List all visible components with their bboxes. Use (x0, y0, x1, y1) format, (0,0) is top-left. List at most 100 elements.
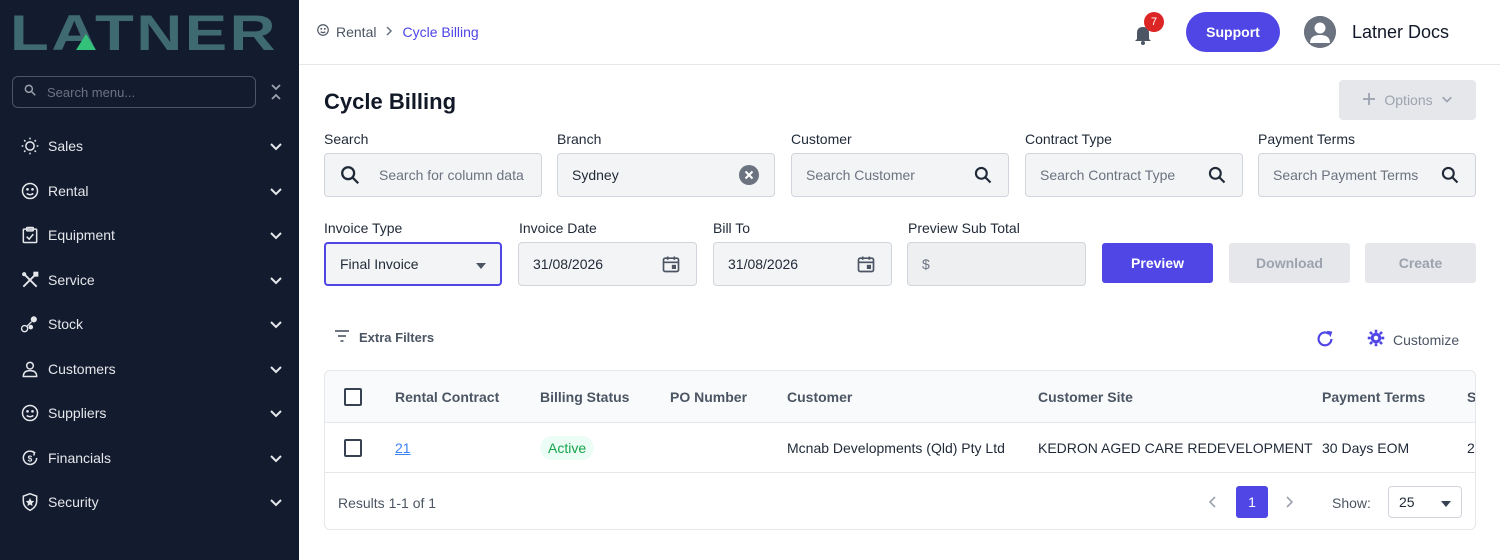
sidebar-item-label: Security (48, 494, 99, 511)
sidebar-item-security[interactable]: Security (0, 480, 299, 525)
download-button[interactable]: Download (1229, 243, 1350, 283)
invoice-type-select[interactable]: Final Invoice (324, 242, 502, 286)
customer-label: Customer (791, 131, 852, 147)
bill-to-input[interactable]: 31/08/2026 (713, 242, 892, 286)
chevron-right-icon[interactable] (1281, 493, 1297, 511)
search-icon (339, 164, 361, 186)
column-header[interactable]: Billing Status (540, 371, 629, 422)
truncated-cell: 2 (1467, 439, 1475, 456)
extra-filters-button[interactable]: Extra Filters (335, 330, 434, 345)
column-header[interactable]: PO Number (670, 371, 747, 422)
column-header[interactable]: Customer Site (1038, 371, 1133, 422)
search-label: Search (324, 131, 369, 147)
search-icon[interactable] (1206, 164, 1228, 186)
collapse-sidebar-icon[interactable] (266, 80, 286, 104)
sidebar-item-financials[interactable]: $ Financials (0, 436, 299, 481)
dropdown-arrow-icon (476, 256, 486, 272)
preview-button[interactable]: Preview (1102, 243, 1213, 283)
branch-select[interactable]: Sydney (557, 153, 775, 197)
currency-prefix: $ (922, 256, 930, 272)
sidebar-item-customers[interactable]: Customers (0, 347, 299, 392)
bill-to-value: 31/08/2026 (728, 256, 799, 272)
chevron-left-icon[interactable] (1205, 493, 1221, 511)
sidebar-item-equipment[interactable]: Equipment (0, 213, 299, 258)
preview-sub-total-label: Preview Sub Total (908, 220, 1020, 236)
customer-site-cell: KEDRON AGED CARE REDEVELOPMENT (1038, 439, 1313, 456)
search-input[interactable]: Search for column data (324, 153, 542, 197)
sidebar-item-label: Sales (48, 138, 84, 155)
sidebar-item-label: Financials (48, 449, 112, 466)
sidebar-item-label: Rental (48, 182, 89, 199)
plus-icon (1362, 92, 1376, 109)
sidebar-item-service[interactable]: Service (0, 258, 299, 303)
chevron-down-icon (269, 317, 283, 331)
svg-text:LATNER: LATNER (10, 12, 278, 52)
page-number-button[interactable]: 1 (1236, 486, 1268, 518)
branch-value: Sydney (572, 167, 619, 183)
rental-contract-link[interactable]: 21 (395, 440, 411, 456)
service-icon (20, 270, 40, 290)
breadcrumb-rental-link[interactable]: Rental (336, 24, 376, 40)
gear-icon (1367, 329, 1385, 350)
customer-search-input[interactable]: Search Customer (791, 153, 1009, 197)
column-header[interactable]: Rental Contract (395, 371, 499, 422)
breadcrumb-current: Cycle Billing (402, 23, 479, 40)
bill-to-label: Bill To (713, 220, 751, 236)
sidebar: LATNER Search menu... Sales Rental Equip… (0, 0, 299, 560)
invoice-date-input[interactable]: 31/08/2026 (518, 242, 697, 286)
sales-icon (20, 136, 40, 156)
column-header[interactable]: S (1467, 371, 1475, 422)
support-button[interactable]: Support (1186, 12, 1280, 52)
avatar[interactable] (1304, 16, 1336, 48)
rental-icon (20, 181, 40, 201)
shield-icon (20, 492, 40, 512)
page-size-select[interactable]: 25 (1388, 486, 1462, 518)
stock-icon (20, 314, 40, 334)
dropdown-arrow-icon (1441, 494, 1451, 510)
breadcrumb: Rental Cycle Billing (316, 23, 479, 40)
suppliers-icon (20, 403, 40, 423)
page-title: Cycle Billing (324, 89, 457, 114)
user-name[interactable]: Latner Docs (1352, 22, 1449, 43)
create-button[interactable]: Create (1365, 243, 1476, 283)
chevron-down-icon (269, 228, 283, 242)
sidebar-nav: Sales Rental Equipment Service Stock Cus… (0, 124, 299, 525)
calendar-icon[interactable] (855, 253, 877, 275)
select-all-checkbox[interactable] (344, 371, 362, 422)
table-row[interactable]: 21 Active Mcnab Developments (Qld) Pty L… (325, 423, 1475, 473)
invoice-type-label: Invoice Type (324, 220, 403, 236)
invoice-date-label: Invoice Date (519, 220, 597, 236)
sidebar-item-sales[interactable]: Sales (0, 124, 299, 169)
latner-logo[interactable]: LATNER (10, 5, 280, 61)
options-button[interactable]: Options (1339, 80, 1476, 120)
sidebar-item-suppliers[interactable]: Suppliers (0, 391, 299, 436)
payment-terms-placeholder: Search Payment Terms (1273, 167, 1419, 183)
customize-button[interactable]: Customize (1367, 329, 1459, 350)
sidebar-item-stock[interactable]: Stock (0, 302, 299, 347)
sidebar-item-label: Customers (48, 360, 116, 377)
row-checkbox[interactable] (344, 423, 362, 472)
contract-type-search-input[interactable]: Search Contract Type (1025, 153, 1243, 197)
refresh-icon[interactable] (1314, 328, 1336, 350)
calendar-icon[interactable] (660, 253, 682, 275)
sidebar-item-rental[interactable]: Rental (0, 169, 299, 214)
chevron-down-icon (269, 139, 283, 153)
branch-label: Branch (557, 131, 602, 147)
search-icon[interactable] (972, 164, 994, 186)
sidebar-search-placeholder: Search menu... (47, 84, 136, 100)
billing-table: Rental Contract Billing Status PO Number… (324, 370, 1476, 530)
search-icon (23, 83, 37, 102)
topbar: Rental Cycle Billing 7 Support Latner Do… (299, 0, 1500, 65)
sidebar-search-input[interactable]: Search menu... (12, 76, 256, 108)
invoice-type-value: Final Invoice (340, 256, 419, 272)
sidebar-item-label: Suppliers (48, 405, 107, 422)
table-header: Rental Contract Billing Status PO Number… (325, 371, 1475, 423)
options-label: Options (1384, 92, 1433, 108)
extra-filters-label: Extra Filters (359, 330, 435, 345)
column-header[interactable]: Customer (787, 371, 852, 422)
clear-icon[interactable] (738, 164, 760, 186)
column-header[interactable]: Payment Terms (1322, 371, 1425, 422)
search-icon[interactable] (1439, 164, 1461, 186)
payment-terms-search-input[interactable]: Search Payment Terms (1258, 153, 1476, 197)
table-footer: Results 1-1 of 1 1 Show: 25 (325, 473, 1475, 529)
